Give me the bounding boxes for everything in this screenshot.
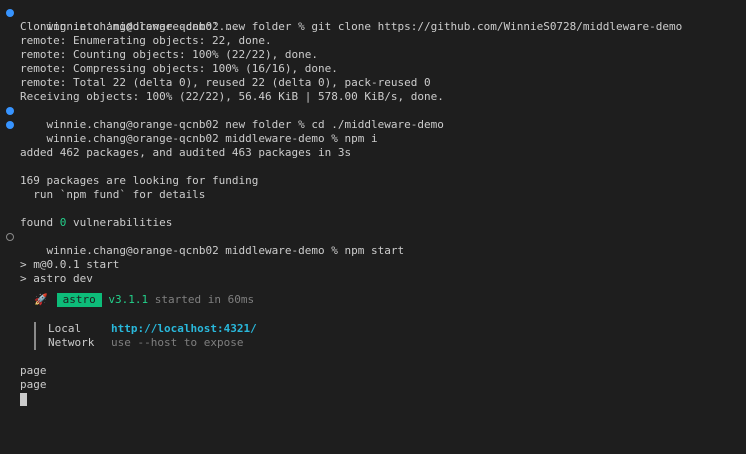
output-line: > astro dev — [20, 272, 93, 285]
network-label: Network — [48, 336, 95, 349]
network-hint: use --host to expose — [111, 336, 244, 349]
output-line: Receiving objects: 100% (22/22), 56.46 K… — [20, 90, 444, 103]
terminal-cursor[interactable] — [20, 392, 27, 406]
terminal-panel[interactable]: winnie.chang@orange-qcnb02 new folder % … — [0, 0, 746, 454]
output-line: added 462 packages, and audited 463 pack… — [20, 146, 352, 159]
output-line: run `npm fund` for details — [20, 188, 206, 201]
cursor-line — [0, 392, 746, 406]
astro-badge: astro — [56, 293, 102, 307]
command-running-marker[interactable] — [6, 233, 14, 241]
network-row: Network use --host to expose — [48, 336, 746, 350]
astro-status-line: 🚀 astro v3.1.1 started in 60ms — [0, 286, 746, 314]
astro-version: v3.1.1 — [108, 293, 149, 306]
local-row: Local http://localhost:4321/ — [48, 322, 746, 336]
output-line: remote: Enumerating objects: 22, done. — [20, 34, 272, 47]
command-success-marker[interactable] — [6, 107, 14, 115]
local-url-link[interactable]: http://localhost:4321/ — [111, 322, 257, 335]
output-line: 169 packages are looking for funding — [20, 174, 259, 187]
rocket-icon: 🚀 — [34, 293, 48, 306]
command-success-marker[interactable] — [6, 121, 14, 129]
vulnerabilities-line: found 0 vulnerabilities — [20, 216, 173, 229]
output-line: remote: Counting objects: 100% (22/22), … — [20, 48, 319, 61]
log-line: page — [20, 378, 47, 391]
output-line: Cloning into 'middleware-demo'... — [20, 20, 239, 33]
local-label: Local — [48, 322, 82, 335]
server-info-block: Local http://localhost:4321/ Network use -… — [34, 322, 746, 350]
command-success-marker[interactable] — [6, 9, 14, 17]
output-line: > m@0.0.1 start — [20, 258, 120, 271]
command-text: winnie.chang@orange-qcnb02 middleware-de… — [46, 132, 378, 145]
command-text: winnie.chang@orange-qcnb02 middleware-de… — [46, 244, 405, 257]
output-line: remote: Total 22 (delta 0), reused 22 (d… — [20, 76, 431, 89]
output-line: remote: Compressing objects: 100% (16/16… — [20, 62, 338, 75]
command-line: winnie.chang@orange-qcnb02 middleware-de… — [0, 118, 746, 145]
command-line: winnie.chang@orange-qcnb02 new folder % … — [0, 6, 746, 33]
astro-started-text: started in 60ms — [148, 293, 255, 306]
log-line: page — [20, 364, 47, 377]
command-line: winnie.chang@orange-qcnb02 new folder % … — [0, 104, 746, 131]
command-line: winnie.chang@orange-qcnb02 middleware-de… — [0, 230, 746, 257]
